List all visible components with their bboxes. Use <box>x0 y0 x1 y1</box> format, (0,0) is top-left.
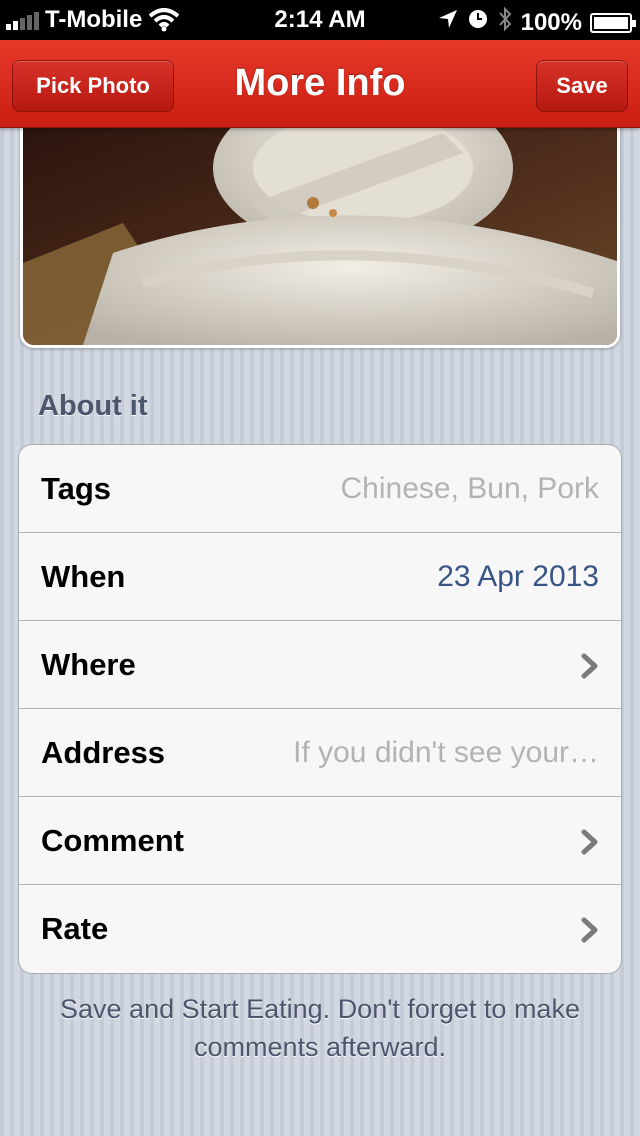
battery-percent: 100% <box>520 8 582 36</box>
footer-note-text: Save and Start Eating. Don't forget to m… <box>60 994 580 1062</box>
bluetooth-icon <box>497 6 513 39</box>
address-row[interactable]: Address If you didn't see your… <box>19 709 621 797</box>
footer-note: Save and Start Eating. Don't forget to m… <box>0 990 640 1066</box>
rate-label: Rate <box>41 911 109 946</box>
food-photo[interactable] <box>20 110 620 348</box>
date-value[interactable]: 23 Apr 2013 <box>437 560 599 594</box>
address-label: Address <box>41 735 166 770</box>
status-bar: T-Mobile 2:14 AM 100% <box>0 0 640 40</box>
where-label: Where <box>41 647 136 682</box>
location-arrow-icon <box>437 8 459 37</box>
alarm-clock-icon <box>467 8 489 37</box>
info-table: Tags Chinese, Bun, Pork When 23 Apr 2013… <box>18 444 622 974</box>
chevron-right-icon <box>581 829 599 860</box>
rate-row[interactable]: Rate <box>19 885 621 973</box>
when-label: When <box>41 559 126 594</box>
tags-row[interactable]: Tags Chinese, Bun, Pork <box>19 445 621 533</box>
tags-field[interactable]: Chinese, Bun, Pork <box>341 472 599 506</box>
nav-bar: Pick Photo More Info Save <box>0 40 640 128</box>
when-row[interactable]: When 23 Apr 2013 <box>19 533 621 621</box>
section-header: About it <box>38 390 148 422</box>
where-row[interactable]: Where <box>19 621 621 709</box>
comment-label: Comment <box>41 823 184 858</box>
save-button[interactable]: Save <box>536 60 628 112</box>
comment-row[interactable]: Comment <box>19 797 621 885</box>
tags-label: Tags <box>41 471 112 506</box>
chevron-right-icon <box>581 917 599 948</box>
chevron-right-icon <box>581 653 599 684</box>
address-field[interactable]: If you didn't see your… <box>293 736 599 770</box>
battery-icon <box>590 12 636 33</box>
